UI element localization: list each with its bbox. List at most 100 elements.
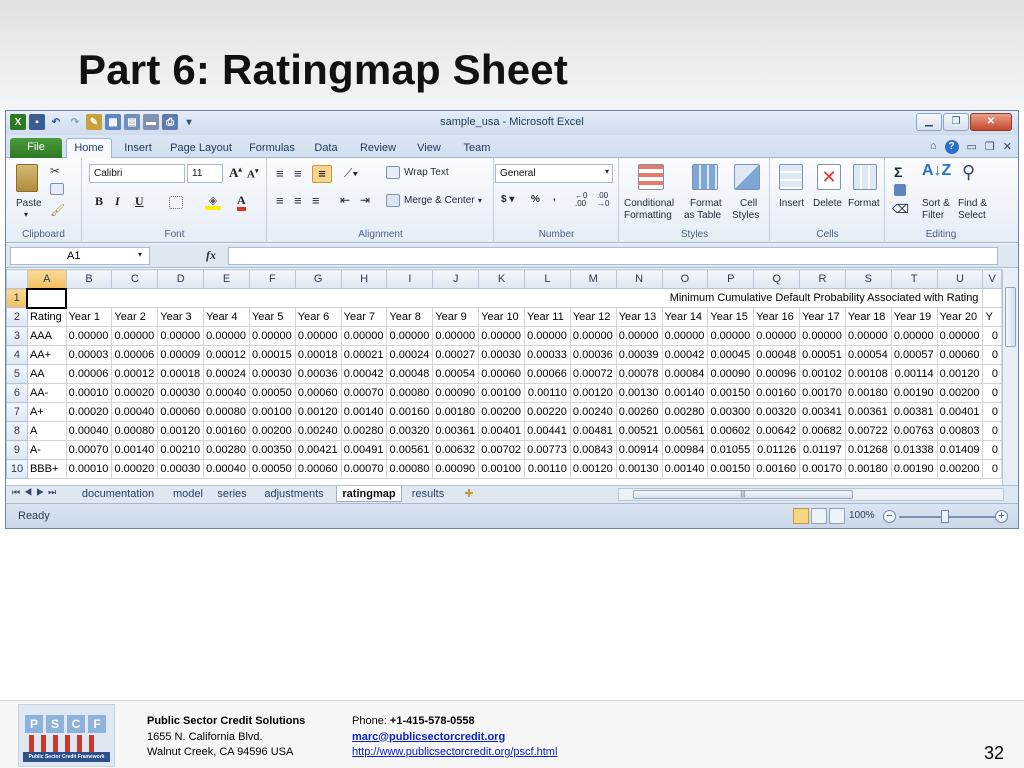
table-cell[interactable]: 0.00015	[248, 345, 296, 365]
table-cell[interactable]: 0.01126	[753, 440, 801, 460]
zoom-in-icon[interactable]: +	[995, 510, 1008, 523]
table-cell[interactable]: 0.00078	[615, 364, 663, 384]
table-cell[interactable]: 0.00280	[661, 402, 709, 422]
table-cell[interactable]: 0	[982, 364, 1002, 384]
tab-home[interactable]: Home	[66, 138, 112, 158]
table-cell[interactable]: 0.00000	[890, 326, 938, 346]
table-cell[interactable]: 0.00084	[661, 364, 709, 384]
fill-color-icon[interactable]: ◈	[205, 194, 221, 210]
table-cell[interactable]: 0.00033	[524, 345, 571, 365]
table-cell[interactable]: 0.00130	[615, 459, 663, 479]
column-header-q[interactable]: Q	[753, 269, 801, 289]
align-center-icon[interactable]: ≡	[294, 193, 302, 208]
table-cell[interactable]: 0.00048	[753, 345, 801, 365]
find-select-label-2[interactable]: Select	[958, 210, 986, 221]
decrease-indent-icon[interactable]: ⇤	[340, 193, 350, 207]
wrap-text-button[interactable]: Wrap Text	[404, 167, 449, 178]
table-cell[interactable]: 0	[982, 326, 1002, 346]
page-break-view-icon[interactable]	[829, 508, 845, 524]
table-cell[interactable]: 0.00000	[615, 326, 663, 346]
column-header-c[interactable]: C	[111, 269, 159, 289]
table-cell[interactable]: 0.00481	[569, 421, 617, 441]
number-format-dropdown-icon[interactable]: ▾	[605, 167, 609, 176]
italic-icon[interactable]: I	[115, 194, 120, 209]
cell-a1-selected[interactable]	[26, 287, 68, 309]
grow-font-icon[interactable]: A▴	[229, 165, 242, 181]
table-cell[interactable]: 0.00150	[707, 383, 755, 403]
table-cell[interactable]: 0.00180	[844, 459, 892, 479]
table-cell[interactable]: AA-	[26, 383, 67, 403]
footer-email-link[interactable]: marc@publicsectorcredit.org	[352, 731, 505, 743]
table-cell[interactable]: AA+	[26, 345, 67, 365]
table-cell[interactable]: 0.00180	[432, 402, 480, 422]
column-header-f[interactable]: F	[248, 269, 296, 289]
zoom-slider[interactable]: − +	[883, 509, 1011, 525]
table-cell[interactable]: 0.00280	[203, 440, 250, 460]
table-cell[interactable]: 0.00763	[890, 421, 938, 441]
table-cell[interactable]: 0.00070	[340, 383, 388, 403]
restore-icon[interactable]: ❐	[943, 113, 969, 131]
table-cell[interactable]: 0.00421	[294, 440, 342, 460]
align-middle-icon[interactable]: ≡	[294, 166, 302, 181]
table-cell[interactable]: 0.00090	[707, 364, 755, 384]
align-left-icon[interactable]: ≡	[276, 193, 284, 208]
table-cell[interactable]: 0.00702	[478, 440, 525, 460]
table-cell[interactable]: 0.00009	[157, 345, 205, 365]
zoom-out-icon[interactable]: −	[883, 510, 896, 523]
table-cell[interactable]: 0.00012	[111, 364, 159, 384]
table-cell[interactable]: 0.00020	[111, 383, 159, 403]
table-cell[interactable]: 0.00080	[111, 421, 159, 441]
table-cell[interactable]: 0.00042	[340, 364, 388, 384]
insert-sheet-icon[interactable]: ✚	[458, 486, 480, 502]
row-header[interactable]: 1	[6, 288, 28, 308]
merge-center-icon[interactable]	[386, 194, 400, 207]
column-label-cell[interactable]: Year 12	[569, 307, 617, 327]
table-cell[interactable]: 0.00000	[340, 326, 388, 346]
table-cell[interactable]: 0.00160	[753, 459, 801, 479]
column-header-i[interactable]: I	[386, 269, 434, 289]
table-cell[interactable]: 0.00080	[203, 402, 250, 422]
table-cell[interactable]: 0.00160	[203, 421, 250, 441]
workbook-close-icon[interactable]: ✕	[1003, 140, 1012, 154]
table-cell[interactable]: 0.00036	[294, 364, 342, 384]
table-cell[interactable]: 0.00010	[65, 459, 113, 479]
table-cell[interactable]: 0.00080	[386, 459, 434, 479]
table-cell[interactable]: 0.00120	[569, 383, 617, 403]
table-cell[interactable]: 0.00240	[569, 402, 617, 422]
bold-icon[interactable]: B	[95, 194, 103, 209]
table-cell[interactable]: 0.00341	[799, 402, 846, 422]
page-layout-view-icon[interactable]	[811, 508, 827, 524]
row-header[interactable]: 9	[6, 440, 28, 460]
column-label-cell[interactable]: Year 14	[661, 307, 709, 327]
table-cell[interactable]: 0.00200	[936, 459, 984, 479]
column-label-cell[interactable]: Year 4	[203, 307, 250, 327]
select-all-corner[interactable]	[6, 269, 28, 289]
zoom-level[interactable]: 100%	[849, 510, 875, 521]
column-label-cell[interactable]: Year 9	[432, 307, 480, 327]
zoom-thumb[interactable]	[941, 510, 949, 523]
table-cell[interactable]: 0	[982, 345, 1002, 365]
comma-icon[interactable]: ,	[553, 192, 556, 203]
column-header-s[interactable]: S	[844, 269, 892, 289]
table-cell[interactable]: 0.00150	[707, 459, 755, 479]
workbook-restore-icon[interactable]: ❐	[985, 140, 995, 154]
table-cell[interactable]: 0.00012	[203, 345, 250, 365]
table-cell[interactable]: 0.00803	[936, 421, 984, 441]
table-cell[interactable]	[982, 288, 1002, 308]
table-cell[interactable]: 0.00843	[569, 440, 617, 460]
clear-icon[interactable]: ⌫	[892, 202, 909, 216]
delete-cells-button[interactable]: Delete	[813, 198, 842, 209]
table-cell[interactable]: 0.00080	[386, 383, 434, 403]
table-cell[interactable]: 0.00027	[432, 345, 480, 365]
horizontal-scroll-thumb[interactable]: |||	[633, 490, 853, 499]
binoculars-icon[interactable]: ⚲	[962, 162, 975, 183]
table-cell[interactable]: 0.00984	[661, 440, 709, 460]
table-cell[interactable]: 0.00060	[157, 402, 205, 422]
table-cell[interactable]: BBB+	[26, 459, 67, 479]
column-label-cell[interactable]: Year 2	[111, 307, 159, 327]
help-icon[interactable]: ?	[944, 140, 959, 154]
conditional-formatting-icon[interactable]	[638, 164, 664, 190]
tab-team[interactable]: Team	[456, 139, 498, 158]
table-cell[interactable]: 0.00561	[386, 440, 434, 460]
table-cell[interactable]: 0.00120	[157, 421, 205, 441]
